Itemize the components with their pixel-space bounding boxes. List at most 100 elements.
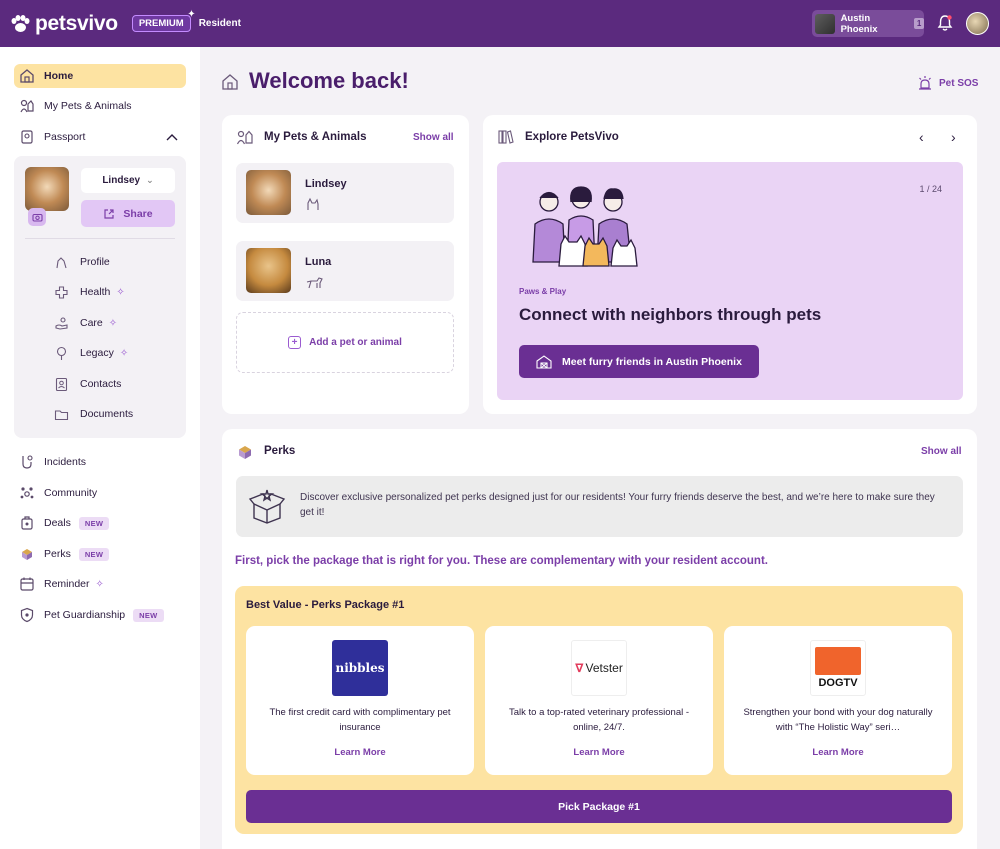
sidebar-item-label: Incidents	[44, 456, 87, 468]
brand-name: petsvivo	[35, 11, 118, 35]
sidebar-item-passport[interactable]: Passport	[14, 125, 186, 149]
cat-icon	[307, 197, 319, 210]
divider	[25, 238, 175, 239]
share-icon	[104, 208, 115, 219]
perk-card-vetster: ∇ Vetster Talk to a top-rated veterinary …	[485, 626, 713, 775]
passport-icon	[18, 128, 36, 146]
profile-icon	[52, 253, 70, 271]
new-badge: NEW	[78, 516, 110, 530]
passport-item-label: Health	[80, 286, 111, 298]
perks-info-banner: Discover exclusive personalized pet perk…	[236, 476, 963, 537]
slide-heading: Connect with neighbors through pets	[519, 305, 822, 324]
passport-panel: Lindsey ⌄ Share Profile Health ✧ Care ✧ …	[14, 156, 186, 438]
logo[interactable]: petsvivo	[10, 12, 118, 36]
passport-item-label: Contacts	[80, 378, 122, 390]
package-title: Best Value - Perks Package #1	[246, 599, 405, 611]
sparkle-icon: ✧	[119, 347, 129, 359]
calendar-icon	[18, 575, 36, 593]
carousel-slide: 1 / 24 Paws & Play Connect with neighbor…	[497, 162, 963, 400]
pet-photo	[246, 248, 291, 293]
logo-text: Vetster	[585, 661, 623, 675]
books-icon	[498, 130, 514, 144]
passport-item-contacts[interactable]: Contacts	[52, 373, 121, 395]
passport-item-legacy[interactable]: Legacy ✧	[52, 342, 128, 364]
pets-icon	[236, 130, 253, 145]
sparkle-icon: ✦	[187, 9, 196, 20]
pick-package-button[interactable]: Pick Package #1	[246, 790, 952, 823]
bell-icon[interactable]	[937, 14, 953, 32]
nibbles-logo: nibbles	[332, 640, 388, 696]
camera-icon[interactable]	[28, 208, 46, 226]
logo-text: DOGTV	[818, 677, 858, 689]
house-icon	[222, 74, 238, 90]
pet-selector[interactable]: Lindsey ⌄	[81, 168, 175, 193]
user-name: Austin Phoenix	[840, 12, 878, 35]
share-button[interactable]: Share	[81, 200, 175, 227]
meet-friends-label: Meet furry friends in Austin Phoenix	[562, 355, 742, 368]
explore-card: Explore PetsVivo ‹ › 1 / 24 Paws & Play …	[483, 115, 977, 414]
add-pet-button[interactable]: + Add a pet or animal	[236, 312, 454, 373]
pet-name: Luna	[305, 256, 332, 268]
pet-sos-button[interactable]: Pet SOS	[917, 75, 978, 91]
passport-item-health[interactable]: Health ✧	[52, 281, 125, 303]
passport-item-documents[interactable]: Documents	[52, 403, 133, 425]
learn-more-link[interactable]: Learn More	[246, 747, 474, 758]
sidebar-item-reminder[interactable]: Reminder ✧	[14, 572, 186, 596]
sidebar-item-perks[interactable]: Perks NEW	[14, 542, 186, 566]
perks-package: Best Value - Perks Package #1 nibbles Th…	[235, 586, 963, 834]
sparkle-icon: ✧	[108, 317, 118, 329]
care-icon	[52, 314, 70, 332]
dog-icon	[306, 277, 323, 289]
sidebar-item-pets[interactable]: My Pets & Animals	[14, 94, 186, 118]
sidebar-item-label: My Pets & Animals	[44, 100, 132, 112]
passport-item-label: Documents	[80, 408, 134, 420]
sidebar-item-deals[interactable]: Deals NEW	[14, 511, 186, 535]
meet-friends-button[interactable]: Meet furry friends in Austin Phoenix	[519, 345, 759, 378]
vetster-logo: ∇ Vetster	[571, 640, 627, 696]
perks-card: Perks Show all Discover exclusive person…	[222, 429, 977, 849]
learn-more-link[interactable]: Learn More	[724, 747, 952, 758]
chevron-down-icon: ⌄	[146, 175, 154, 185]
logo-text: nibbles	[335, 661, 385, 675]
card-title: Explore PetsVivo	[525, 131, 619, 143]
paw-icon	[11, 14, 30, 32]
sidebar-item-pet-guardianship[interactable]: Pet Guardianship NEW	[14, 603, 186, 627]
perk-description: Talk to a top-rated veterinary professio…	[508, 707, 690, 733]
user-avatar[interactable]	[966, 12, 989, 35]
learn-more-link[interactable]: Learn More	[485, 747, 713, 758]
sidebar-item-home[interactable]: Home	[14, 64, 186, 88]
sidebar: Home My Pets & Animals Passport Lindsey …	[0, 47, 200, 849]
user-switcher[interactable]: Austin Phoenix 1	[812, 10, 924, 37]
chevron-right-icon[interactable]: ›	[951, 129, 956, 145]
sidebar-item-label: Community	[44, 487, 98, 499]
property-thumbnail	[815, 13, 835, 34]
pet-photo	[246, 170, 291, 215]
pet-row-luna[interactable]: Luna	[236, 241, 454, 301]
passport-item-care[interactable]: Care ✧	[52, 312, 117, 334]
page-title: Welcome back!	[249, 68, 409, 93]
sidebar-item-community[interactable]: Community	[14, 481, 186, 505]
show-all-link[interactable]: Show all	[413, 132, 454, 143]
user-count-badge: 1	[914, 18, 924, 29]
package-intro: First, pick the package that is right fo…	[235, 555, 768, 567]
pet-name: Lindsey	[305, 178, 347, 190]
show-all-link[interactable]: Show all	[921, 446, 962, 457]
slide-tag: Paws & Play	[519, 287, 567, 296]
community-icon	[18, 484, 36, 502]
pet-row-lindsey[interactable]: Lindsey	[236, 163, 454, 223]
tree-icon	[52, 344, 70, 362]
sidebar-item-label: Deals	[44, 517, 71, 529]
sidebar-item-incidents[interactable]: Incidents	[14, 450, 186, 474]
passport-item-label: Care	[80, 317, 103, 329]
chevron-left-icon[interactable]: ‹	[919, 129, 924, 145]
perks-info-text: Discover exclusive personalized pet perk…	[300, 492, 935, 518]
passport-item-profile[interactable]: Profile	[52, 251, 110, 273]
pick-package-label: Pick Package #1	[558, 800, 640, 813]
perks-icon	[18, 545, 36, 563]
perk-description: Strengthen your bond with your dog natur…	[743, 707, 933, 733]
perks-icon	[239, 446, 251, 459]
deals-icon	[18, 514, 36, 532]
chevron-up-icon[interactable]	[166, 133, 178, 141]
add-pet-label: Add a pet or animal	[309, 337, 402, 348]
share-label: Share	[123, 207, 153, 220]
